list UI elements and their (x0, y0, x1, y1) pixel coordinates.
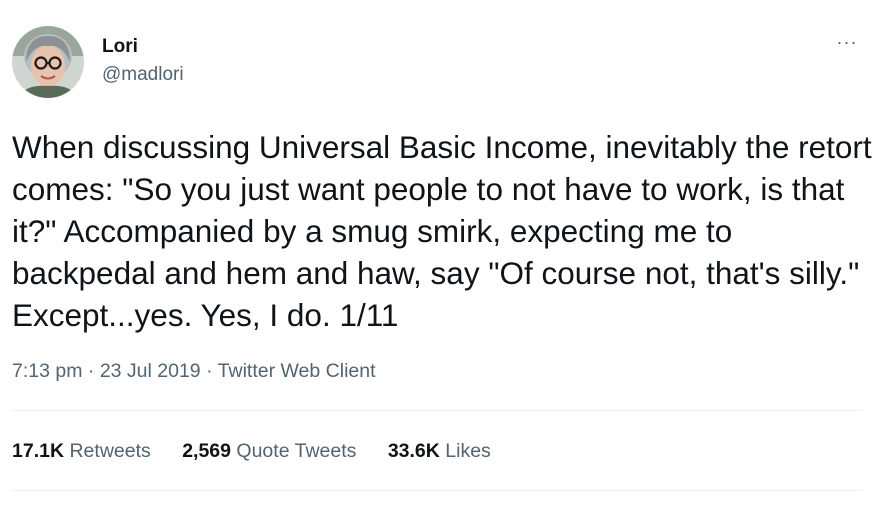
tweet-stats: 17.1K Retweets 2,569 Quote Tweets 33.6K … (12, 440, 517, 463)
more-icon[interactable]: ··· (834, 32, 860, 52)
tweet-meta: 7:13 pm · 23 Jul 2019 · Twitter Web Clie… (12, 360, 376, 383)
tweet-text: When discussing Universal Basic Income, … (12, 129, 872, 333)
meta-separator: · (87, 360, 95, 382)
tweet-source[interactable]: Twitter Web Client (218, 360, 376, 382)
meta-separator: · (206, 360, 213, 382)
divider (12, 490, 862, 491)
user-name[interactable]: Lori (102, 36, 138, 58)
quote-tweets-stat[interactable]: 2,569 Quote Tweets (182, 440, 356, 463)
retweets-count: 17.1K (12, 440, 65, 462)
likes-label: Likes (445, 440, 491, 462)
tweet-time[interactable]: 7:13 pm (12, 360, 82, 382)
quote-tweets-count: 2,569 (182, 440, 231, 462)
retweets-label: Retweets (69, 440, 151, 462)
likes-count: 33.6K (387, 440, 440, 462)
divider (12, 410, 862, 411)
tweet-date[interactable]: 23 Jul 2019 (100, 360, 201, 382)
avatar-image (12, 26, 84, 98)
user-handle[interactable]: @madlori (102, 64, 184, 86)
avatar[interactable] (12, 26, 84, 98)
quote-tweets-label: Quote Tweets (236, 440, 357, 462)
likes-stat[interactable]: 33.6K Likes (388, 440, 491, 463)
retweets-stat[interactable]: 17.1K Retweets (12, 440, 151, 463)
